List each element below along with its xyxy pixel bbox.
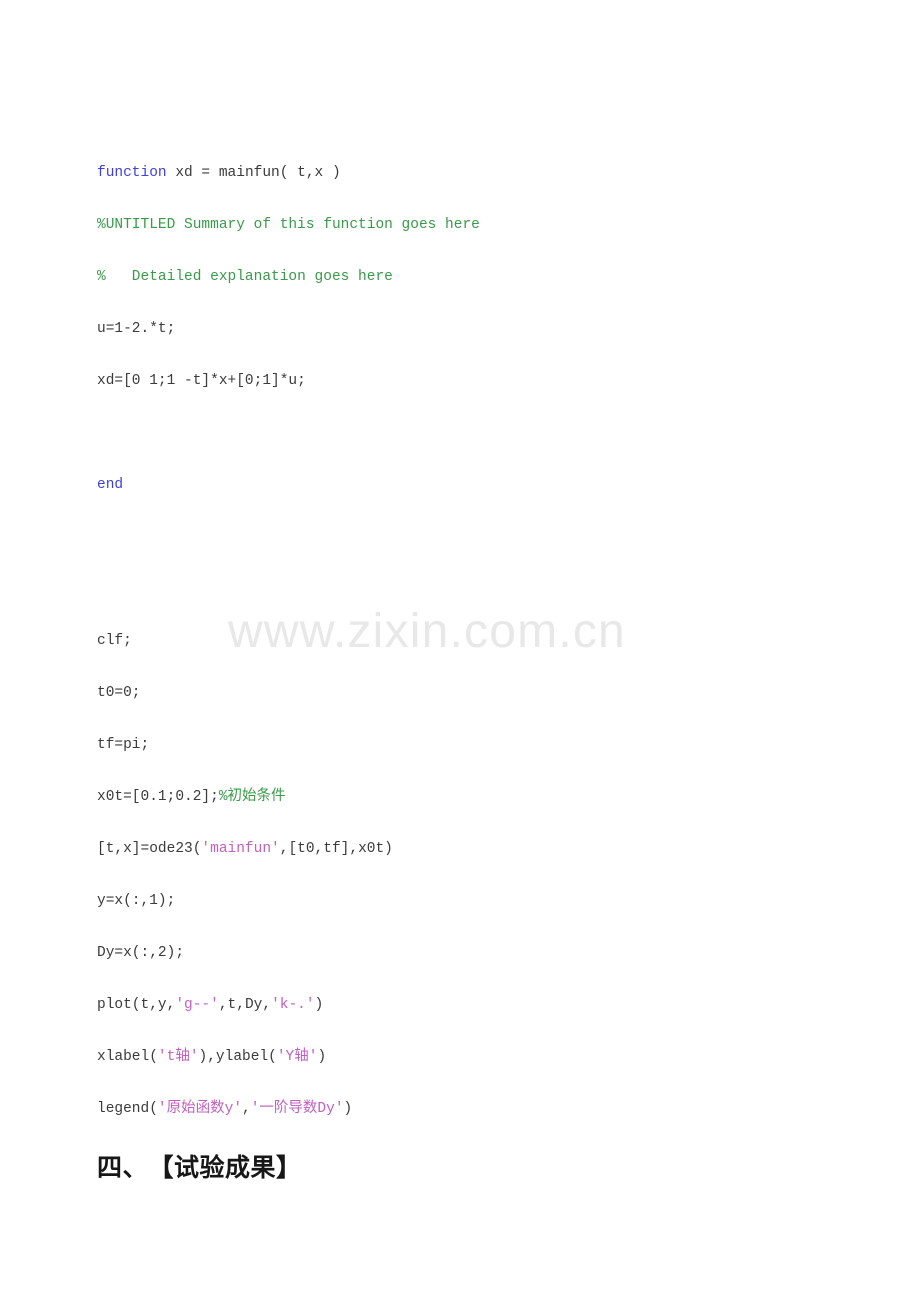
- code-token-string: 'k-.': [271, 997, 315, 1013]
- code-token-plain: t0=0;: [97, 685, 141, 701]
- code-token-plain: xlabel(: [97, 1049, 158, 1065]
- code-line: function xd = mainfun( t,x ): [97, 147, 857, 199]
- code-line: %UNTITLED Summary of this function goes …: [97, 199, 857, 251]
- code-token-string: 't轴': [157, 1049, 199, 1065]
- code-token-plain: ,: [242, 1101, 251, 1117]
- code-token-plain: ,[t0,tf],x0t): [279, 841, 393, 857]
- code-token-plain: ): [343, 1101, 353, 1117]
- matlab-code-block: function xd = mainfun( t,x ) %UNTITLED Su…: [97, 147, 857, 1135]
- code-line: y=x(:,1);: [97, 875, 857, 927]
- code-token-plain: tf=pi;: [97, 737, 150, 753]
- code-line: u=1-2.*t;: [97, 303, 857, 355]
- code-token-plain: xd = mainfun( t,x ): [166, 165, 341, 181]
- code-token-plain: clf;: [97, 633, 132, 649]
- code-line: legend('原始函数y','一阶导数Dy'): [97, 1083, 857, 1135]
- code-token-comment: %初始条件: [218, 789, 286, 805]
- code-line: end: [97, 459, 857, 511]
- code-line: xlabel('t轴'),ylabel('Y轴'): [97, 1031, 857, 1083]
- code-line: plot(t,y,'g--',t,Dy,'k-.'): [97, 979, 857, 1031]
- code-token-string: 'Y轴': [276, 1049, 318, 1065]
- code-token-plain: plot(t,y,: [97, 997, 176, 1013]
- document-page: www.zixin.com.cn function xd = mainfun( …: [0, 0, 920, 1302]
- code-token-comment: %UNTITLED Summary of this function goes …: [97, 217, 480, 233]
- code-token-string: '一阶导数Dy': [250, 1101, 344, 1117]
- code-line: t0=0;: [97, 667, 857, 719]
- code-line: [t,x]=ode23('mainfun',[t0,tf],x0t): [97, 823, 857, 875]
- code-token-plain: ): [314, 997, 324, 1013]
- code-line: Dy=x(:,2);: [97, 927, 857, 979]
- code-line: tf=pi;: [97, 719, 857, 771]
- code-token-plain: u=1-2.*t;: [97, 321, 176, 337]
- code-token-comment: % Detailed explanation goes here: [97, 269, 393, 285]
- code-token-plain: legend(: [97, 1101, 158, 1117]
- code-token-plain: ): [317, 1049, 327, 1065]
- code-token-keyword: function: [97, 165, 167, 181]
- code-token-string: '原始函数y': [157, 1101, 243, 1117]
- code-token-plain: y=x(:,1);: [97, 893, 176, 909]
- code-token-plain: Dy=x(:,2);: [97, 945, 185, 961]
- code-token-plain: ,t,Dy,: [218, 997, 272, 1013]
- code-line: clf;: [97, 615, 857, 667]
- code-token-string: 'mainfun': [201, 841, 280, 857]
- code-token-plain: x0t=[0.1;0.2];: [97, 789, 219, 805]
- code-line: xd=[0 1;1 -t]*x+[0;1]*u;: [97, 355, 857, 407]
- code-token-plain: xd=[0 1;1 -t]*x+[0;1]*u;: [97, 373, 306, 389]
- code-token-plain: [t,x]=ode23(: [97, 841, 202, 857]
- code-token-string: 'g--': [175, 997, 219, 1013]
- code-token-plain: ),ylabel(: [198, 1049, 277, 1065]
- section-heading: 四、 【试验成果】: [97, 1153, 302, 1182]
- code-token-keyword: end: [97, 477, 124, 493]
- code-line: x0t=[0.1;0.2];%初始条件: [97, 771, 857, 823]
- code-line: % Detailed explanation goes here: [97, 251, 857, 303]
